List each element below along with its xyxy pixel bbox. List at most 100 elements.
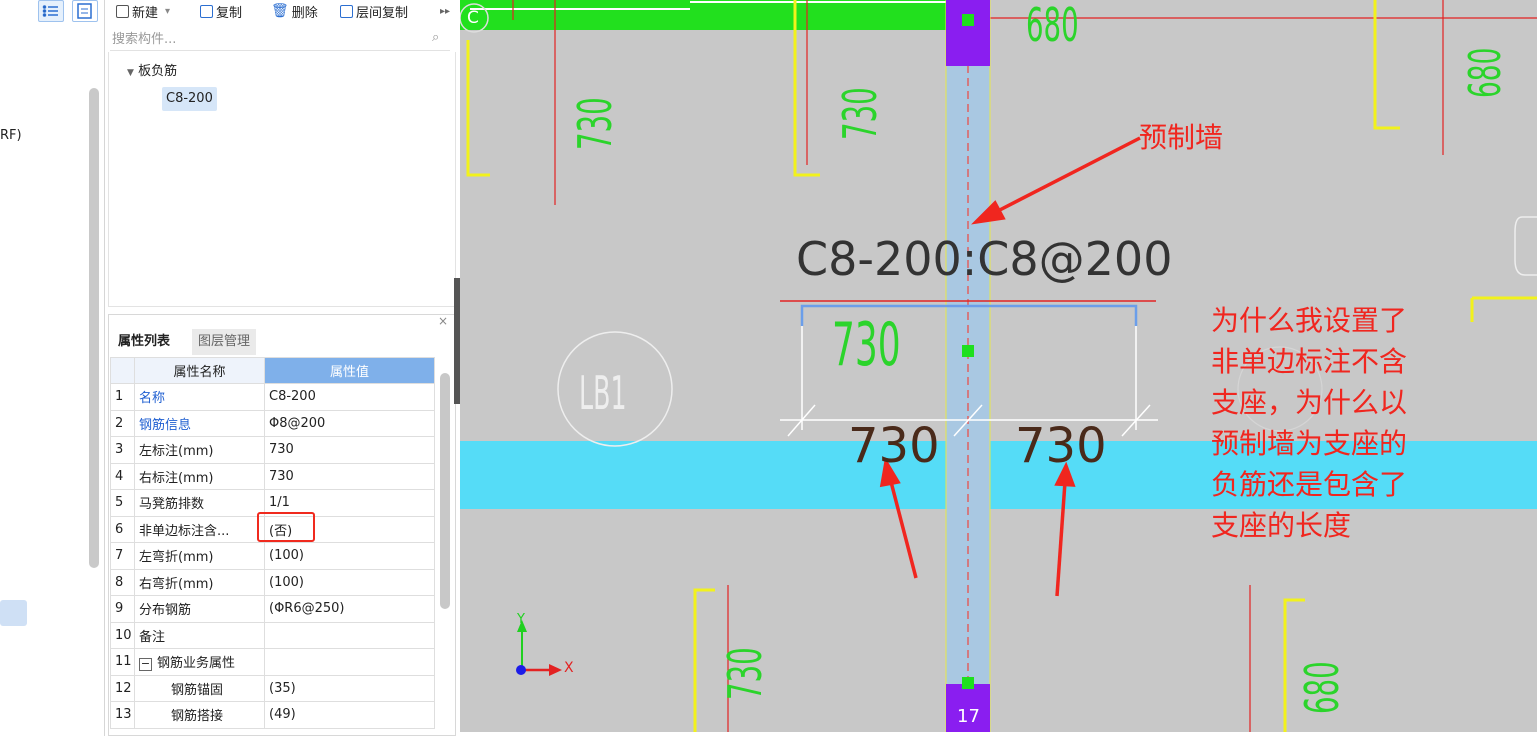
property-name: 钢筋信息 [134,409,265,437]
axis-y-label: Y [517,612,525,627]
tree-item-c8-200[interactable]: C8-200 [162,87,217,111]
left-selected-item[interactable] [0,600,27,626]
small-730-a: 730 [568,97,622,150]
trash-icon: 🗑 [271,3,289,19]
axis-label: C [467,8,479,28]
chevron-down-icon[interactable]: ▾ [165,6,170,17]
copy-icon [200,4,213,18]
search-icon[interactable]: ⌕ [432,30,439,45]
row-number: 13 [110,701,135,729]
detail-view-icon[interactable] [72,0,98,22]
left-partial-text: RF) [0,128,22,143]
property-value[interactable]: C8-200 [264,383,435,411]
new-button[interactable]: 新建 ▾ [116,0,170,22]
property-value[interactable]: 730 [264,462,435,490]
search-box[interactable]: ⌕ [110,28,450,51]
properties-panel: 属性列表 图层管理 属性名称 属性值 1 名称 C8-200 2 钢筋信息 Φ8@200 3… [108,314,456,736]
property-name: 钢筋搭接 [134,701,265,729]
property-name: 名称 [134,383,265,411]
row-number: 1 [110,383,135,411]
property-name: 分布钢筋 [134,595,265,623]
axis-indicator [516,620,562,676]
row-number: 5 [110,489,135,517]
slab-label: LB1 [579,366,627,420]
property-name: − 钢筋业务属性 [134,648,265,676]
highlight-box [257,512,315,542]
row-number: 11 [110,648,135,676]
list-view-icon[interactable] [38,0,64,22]
row-number: 3 [110,436,135,464]
property-row[interactable]: 3 左标注(mm) 730 [110,436,435,464]
property-value[interactable]: (ΦR6@250) [264,595,435,623]
row-number: 8 [110,568,135,596]
row-number: 6 [110,515,135,543]
top-dim-680: 680 [1026,0,1079,52]
property-value[interactable]: (100) [264,568,435,596]
row-number: 7 [110,542,135,570]
property-row[interactable]: 4 右标注(mm) 730 [110,462,435,490]
bottom-right-680: 680 [1295,661,1349,714]
property-row[interactable]: 9 分布钢筋 (ΦR6@250) [110,595,435,623]
collapse-triangle-icon[interactable]: ▼ [127,68,134,78]
property-name: 右弯折(mm) [134,568,265,596]
property-name: 马凳筋排数 [134,489,265,517]
property-value[interactable]: 730 [264,436,435,464]
property-value[interactable]: (100) [264,542,435,570]
tab-properties[interactable]: 属性列表 [112,329,177,355]
property-name: 备注 [134,621,265,649]
new-icon [116,4,129,18]
green-beam [460,0,950,30]
property-name: 钢筋锚固 [134,674,265,702]
tab-layer-management[interactable]: 图层管理 [192,329,257,355]
component-panel: 新建 ▾ 复制 🗑 删除 层间复制 ▸▸ ⌕ ▼ 板负筋 C8-200 × 属性… [108,0,456,736]
property-row[interactable]: 10 备注 [110,621,435,649]
header-prop-value: 属性值 [264,357,435,384]
annotation-wall: 预制墙 [1139,121,1224,154]
row-number: 9 [110,595,135,623]
property-row[interactable]: 2 钢筋信息 Φ8@200 [110,409,435,437]
property-row[interactable]: 8 右弯折(mm) (100) [110,568,435,596]
annotation-arrows [879,136,1141,597]
floor-copy-icon [340,4,353,18]
component-tree: ▼ 板负筋 C8-200 [108,52,456,307]
property-name: 左标注(mm) [134,436,265,464]
left-navigation-strip: RF) [0,0,105,736]
delete-button[interactable]: 🗑 删除 [271,0,318,22]
property-name: 左弯折(mm) [134,542,265,570]
small-730-b: 730 [833,87,887,140]
property-value[interactable] [264,621,435,649]
property-value[interactable]: (35) [264,674,435,702]
property-value[interactable] [264,648,435,676]
left-scrollbar[interactable] [89,88,99,568]
property-value[interactable]: (49) [264,701,435,729]
property-row[interactable]: 7 左弯折(mm) (100) [110,542,435,570]
properties-scrollbar[interactable] [440,373,450,609]
property-name: 非单边标注含... [134,515,265,543]
property-name: 右标注(mm) [134,462,265,490]
properties-table: 属性名称 属性值 1 名称 C8-200 2 钢筋信息 Φ8@200 3 左标注(mm) 730… [110,357,435,729]
axis-x-label: X [564,660,574,676]
row-number: 12 [110,674,135,702]
collapse-icon[interactable]: − [139,658,152,672]
dim-top-730: 730 [832,310,901,380]
tree-category[interactable]: ▼ 板负筋 [127,60,177,79]
row-number: 2 [110,409,135,437]
floor-copy-button[interactable]: 层间复制 [340,0,408,22]
annotation-question: 为什么我设置了 非单边标注不含 支座，为什么以 预制墙为支座的 负筋还是包含了 … [1211,304,1408,542]
grid-number: 17 [957,706,980,727]
property-value[interactable]: Φ8@200 [264,409,435,437]
property-row[interactable]: 13 钢筋搭接 (49) [110,701,435,729]
small-730-bottom: 730 [718,647,772,700]
header-prop-name: 属性名称 [134,357,265,384]
copy-button[interactable]: 复制 [200,0,242,22]
dim-right-730: 730 [1015,418,1107,474]
right-dim-680: 680 [1460,47,1511,98]
row-number: 10 [110,621,135,649]
column-top [946,0,990,66]
search-input[interactable] [110,28,414,50]
property-row[interactable]: 12 钢筋锚固 (35) [110,674,435,702]
property-row[interactable]: 1 名称 C8-200 [110,383,435,411]
more-tools-icon[interactable]: ▸▸ [440,0,450,22]
property-row[interactable]: 11− 钢筋业务属性 [110,648,435,676]
drawing-canvas[interactable]: C 680 680 730 730 730 680 C8-200:C8@200 … [460,0,1537,732]
